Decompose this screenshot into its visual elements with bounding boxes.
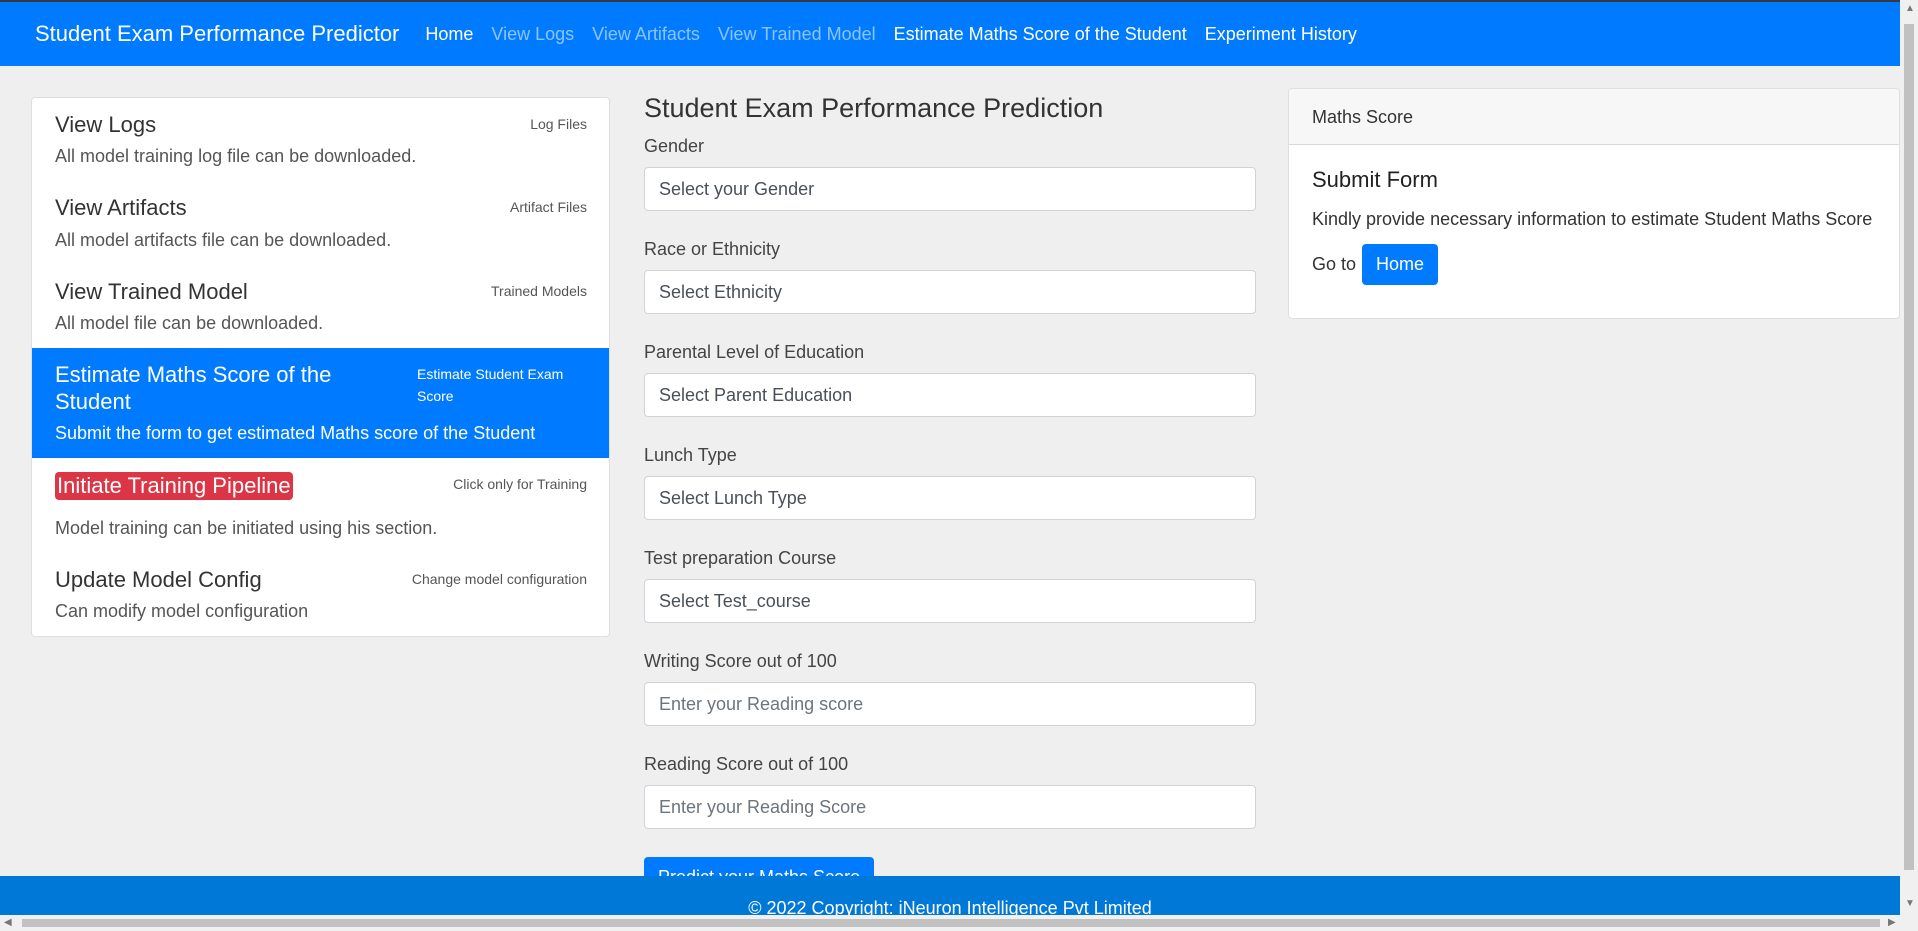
writing-score-input[interactable] xyxy=(644,682,1256,727)
reading-score-input[interactable] xyxy=(644,785,1256,830)
sidebar-item-desc: All model training log file can be downl… xyxy=(55,146,417,167)
vertical-scroll-thumb[interactable] xyxy=(1904,24,1914,870)
parental-education-label: Parental Level of Education xyxy=(644,342,865,363)
lunch-type-label: Lunch Type xyxy=(644,445,737,466)
horizontal-scroll-thumb[interactable] xyxy=(22,919,1880,927)
sidebar-item-title: View Trained Model xyxy=(55,278,248,304)
sidebar-item-title: View Artifacts xyxy=(55,195,187,221)
reading-score-label: Reading Score out of 100 xyxy=(644,754,849,775)
ethnicity-select[interactable]: Select Ethnicity xyxy=(644,270,1256,315)
nav-link-view-trained-model[interactable]: View Trained Model xyxy=(718,24,876,45)
prediction-form: Student Exam Performance Prediction Gend… xyxy=(644,92,1256,899)
sidebar-item-tag: Estimate Student Exam Score xyxy=(417,366,564,404)
card-text: Kindly provide necessary information to … xyxy=(1312,209,1873,229)
sidebar-item-title: Update Model Config xyxy=(55,566,262,592)
scroll-up-icon[interactable]: ▲ xyxy=(1905,4,1915,14)
sidebar-item-initiate-training[interactable]: Initiate Training Pipeline Click only fo… xyxy=(32,458,609,553)
scroll-right-icon[interactable]: ▶ xyxy=(1888,918,1896,928)
sidebar-item-title: View Logs xyxy=(55,112,157,137)
sidebar-item-view-trained-model[interactable]: View Trained Model Trained Models All mo… xyxy=(32,265,609,348)
sidebar-item-desc: Submit the form to get estimated Maths s… xyxy=(55,422,536,443)
nav-link-view-artifacts[interactable]: View Artifacts xyxy=(592,24,700,45)
home-button[interactable]: Home xyxy=(1362,244,1439,285)
sidebar-item-desc: Model training can be initiated using hi… xyxy=(55,517,438,538)
writing-score-label: Writing Score out of 100 xyxy=(644,651,837,672)
sidebar-item-tag: Click only for Training xyxy=(453,475,587,492)
go-to-label: Go to xyxy=(1312,254,1357,274)
navbar-brand[interactable]: Student Exam Performance Predictor xyxy=(35,21,399,47)
horizontal-scrollbar[interactable]: ◀ ▶ xyxy=(0,915,1918,931)
gender-select[interactable]: Select your Gender xyxy=(644,167,1256,212)
footer-copyright: © 2022 Copyright: iNeuron Intelligence P… xyxy=(748,898,1152,916)
nav-link-view-logs[interactable]: View Logs xyxy=(491,24,574,45)
sidebar-item-desc: All model artifacts file can be download… xyxy=(55,229,392,250)
sidebar-item-tag: Log Files xyxy=(530,116,587,132)
card-body: Submit Form Kindly provide necessary inf… xyxy=(1289,145,1899,307)
sidebar-list: View Logs Log Files All model training l… xyxy=(31,97,610,638)
result-card: Maths Score Submit Form Kindly provide n… xyxy=(1288,88,1900,319)
ethnicity-label: Race or Ethnicity xyxy=(644,239,781,260)
sidebar-item-desc: Can modify model configuration xyxy=(55,601,309,622)
nav-link-home[interactable]: Home xyxy=(425,24,473,45)
test-course-label: Test preparation Course xyxy=(644,548,837,569)
lunch-type-select[interactable]: Select Lunch Type xyxy=(644,476,1256,521)
nav-link-experiment-history[interactable]: Experiment History xyxy=(1205,24,1357,45)
sidebar-item-tag: Artifact Files xyxy=(509,199,587,216)
go-to-row: Go to Home xyxy=(1312,244,1876,285)
card-header: Maths Score xyxy=(1289,89,1899,145)
sidebar-item-view-artifacts[interactable]: View Artifacts Artifact Files All model … xyxy=(32,181,609,264)
sidebar-item-desc: All model file can be downloaded. xyxy=(55,313,324,334)
scroll-down-icon[interactable]: ▼ xyxy=(1905,899,1915,909)
nav-link-estimate-maths-score[interactable]: Estimate Maths Score of the Student xyxy=(894,24,1187,45)
form-title: Student Exam Performance Prediction xyxy=(644,93,1104,123)
gender-label: Gender xyxy=(644,136,705,157)
footer: © 2022 Copyright: iNeuron Intelligence P… xyxy=(0,876,1900,916)
sidebar-item-tag: Change model configuration xyxy=(411,570,587,587)
test-course-select[interactable]: Select Test_course xyxy=(644,579,1256,624)
card-title: Submit Form xyxy=(1312,167,1438,192)
sidebar-item-view-logs[interactable]: View Logs Log Files All model training l… xyxy=(32,98,609,181)
sidebar-item-estimate-maths-score[interactable]: Estimate Maths Score of the Student Esti… xyxy=(32,348,609,458)
sidebar-item-title: Estimate Maths Score of the Student xyxy=(55,362,332,414)
scroll-left-icon[interactable]: ◀ xyxy=(4,918,12,928)
navbar: Student Exam Performance Predictor Home … xyxy=(0,2,1900,66)
sidebar-item-tag: Trained Models xyxy=(491,282,587,299)
parental-education-select[interactable]: Select Parent Education xyxy=(644,373,1256,418)
sidebar-item-update-model-config[interactable]: Update Model Config Change model configu… xyxy=(32,553,609,636)
initiate-training-badge[interactable]: Initiate Training Pipeline xyxy=(55,471,293,500)
vertical-scrollbar[interactable]: ▲ ▼ xyxy=(1900,0,1918,915)
